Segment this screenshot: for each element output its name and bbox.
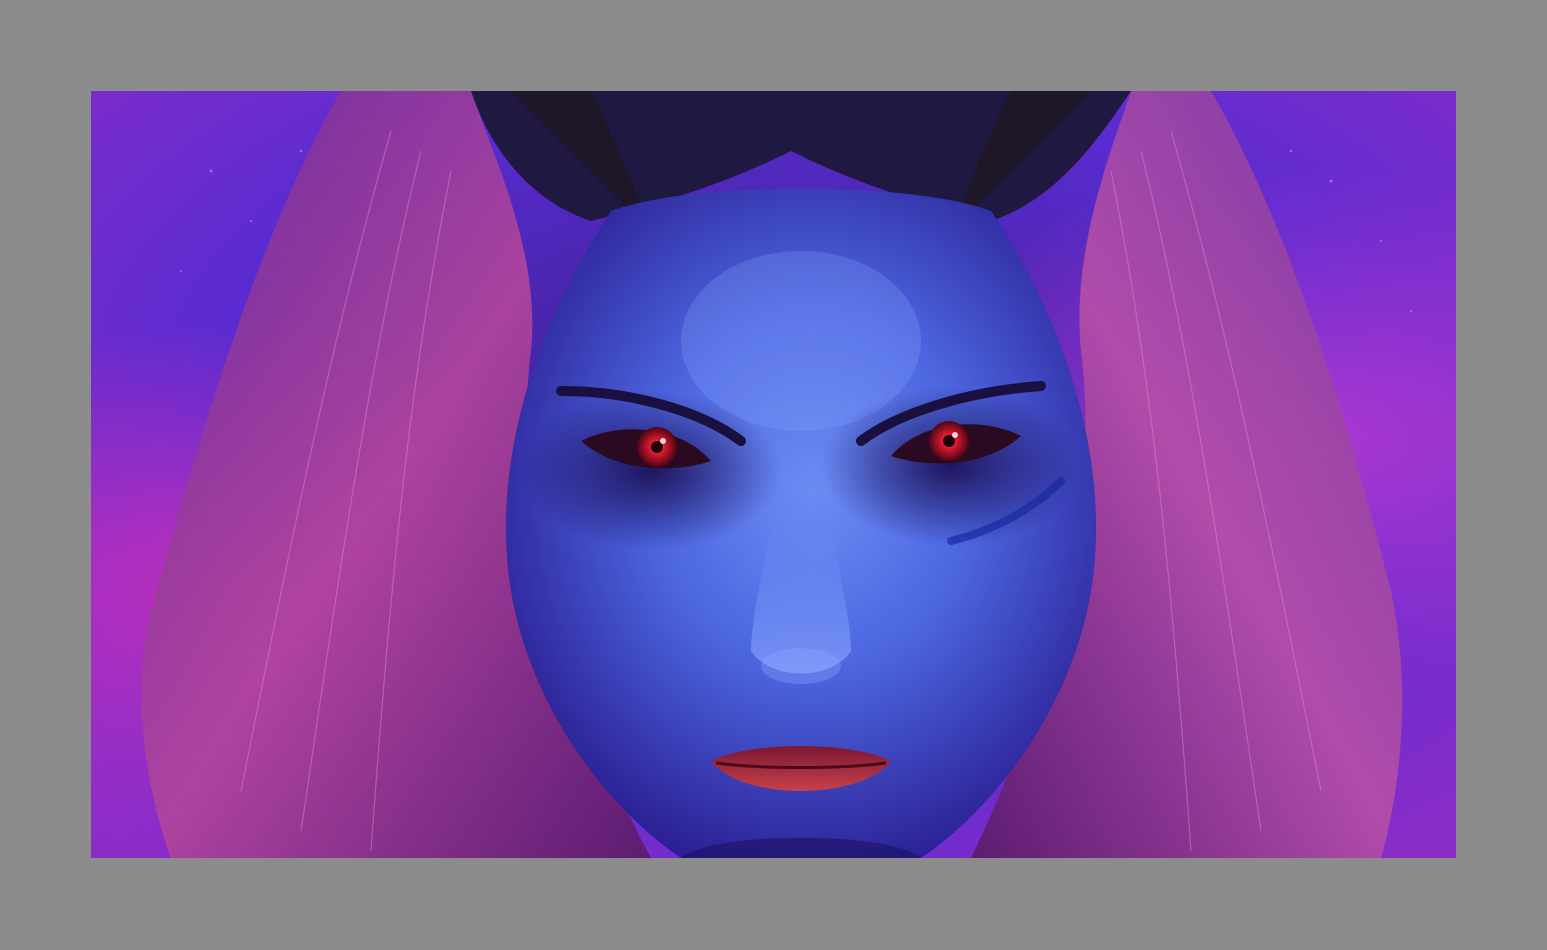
eye-shadow-left [521,391,781,551]
artwork-image [91,91,1456,858]
picture-frame [0,0,1547,950]
eye-shadow-right [821,386,1081,546]
demon-portrait [91,91,1456,858]
